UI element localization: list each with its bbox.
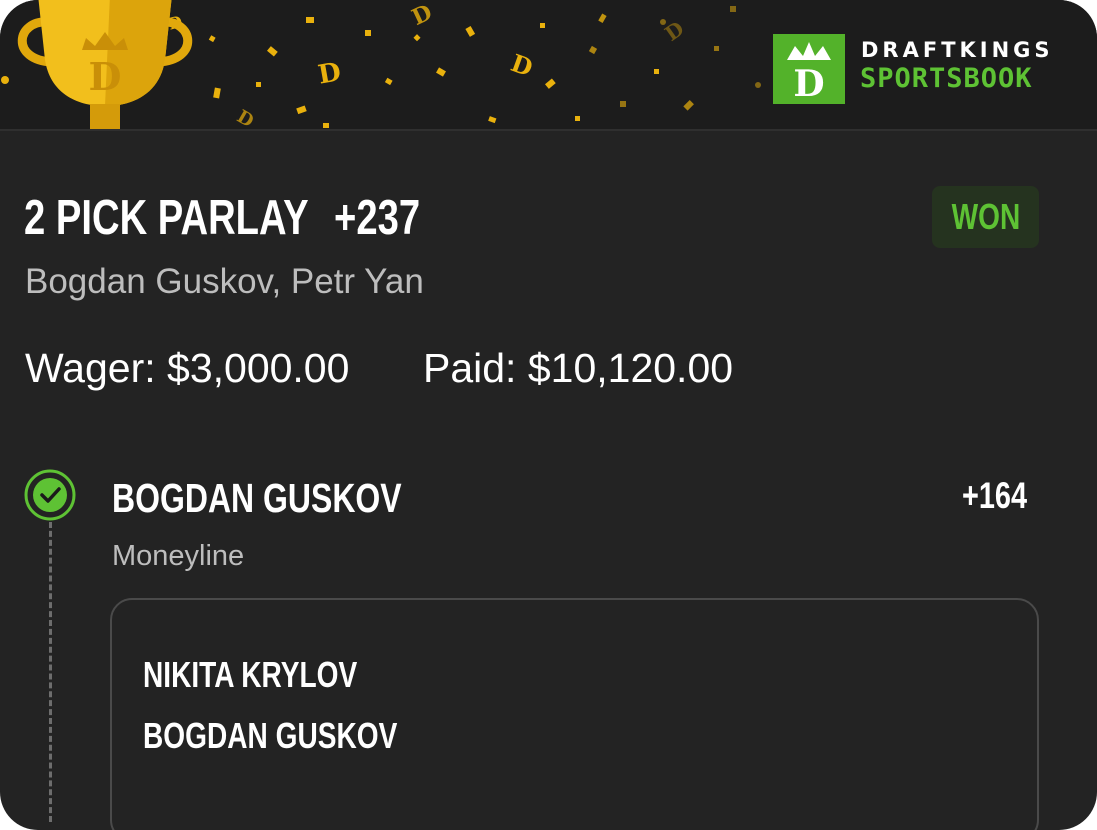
leg-connector-line: [49, 522, 52, 822]
leg-selection: BOGDAN GUSKOV: [112, 475, 483, 522]
bet-title-text: 2 PICK PARLAY: [24, 191, 309, 245]
event-card[interactable]: [110, 598, 1039, 830]
leg-odds-text: +164: [962, 475, 1028, 516]
status-badge: WON: [932, 186, 1039, 248]
draftkings-crown-d-icon: D: [773, 34, 845, 104]
leg-selection-text: BOGDAN GUSKOV: [112, 475, 402, 521]
leg-odds: +164: [962, 475, 1045, 517]
brand-name: DRAFTKINGS: [861, 38, 1054, 62]
event-competitor-2: BOGDAN GUSKOV: [143, 715, 469, 757]
wager-amount: Wager: $3,000.00: [25, 345, 350, 391]
svg-text:D: D: [408, 0, 436, 31]
svg-text:D: D: [793, 63, 824, 104]
celebration-banner: D D D D D D D D DRAFTKINGS SPORTSBOOK: [0, 0, 1097, 131]
bet-card: D D D D D D D D DRAFTKINGS SPORTSBOOK 2 …: [0, 0, 1097, 830]
svg-text:D: D: [507, 48, 536, 82]
status-badge-text: WON: [951, 196, 1020, 237]
trophy-icon: D: [17, 0, 193, 129]
bet-odds-text: +237: [334, 191, 421, 245]
event-competitor-1: NIKITA KRYLOV: [143, 654, 418, 696]
svg-text:D: D: [233, 106, 257, 129]
check-circle-icon: [24, 469, 76, 521]
svg-text:D: D: [89, 54, 122, 99]
event-competitor-1-text: NIKITA KRYLOV: [143, 654, 358, 695]
leg-market: Moneyline: [112, 540, 245, 572]
event-competitor-2-text: BOGDAN GUSKOV: [143, 715, 398, 756]
brand-product: SPORTSBOOK: [860, 63, 1033, 94]
bet-odds: +237: [334, 190, 444, 246]
paid-amount: Paid: $10,120.00: [423, 345, 734, 391]
svg-text:D: D: [316, 57, 343, 90]
selections-summary: Bogdan Guskov, Petr Yan: [25, 262, 424, 301]
